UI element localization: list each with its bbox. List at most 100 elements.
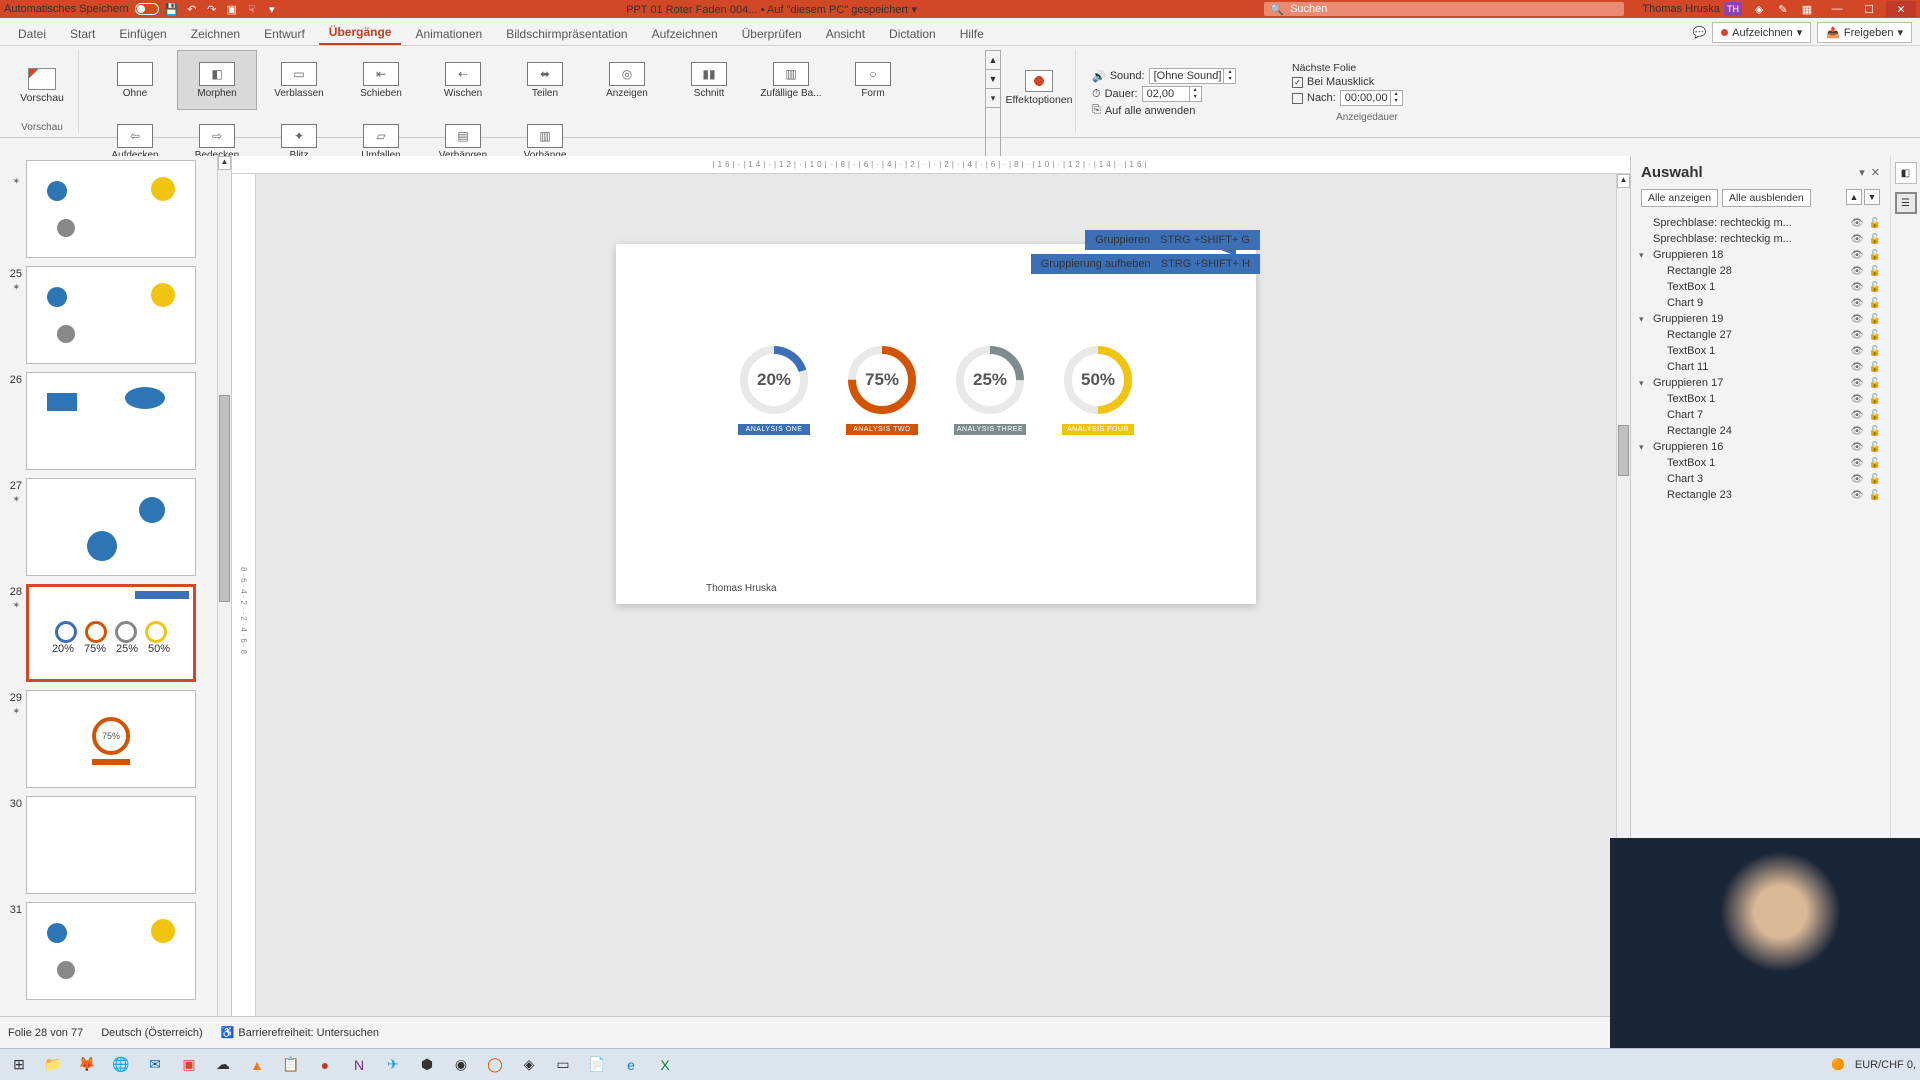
callout-ungroup[interactable]: Gruppierung aufhebenSTRG +SHIFT+ H: [1031, 254, 1260, 274]
title-dropdown-icon[interactable]: ▾: [911, 4, 917, 16]
selection-item[interactable]: Rectangle 23👁🔓: [1635, 487, 1886, 503]
taskbar-app-icon-5[interactable]: ◯: [480, 1052, 510, 1078]
expand-icon[interactable]: ▾: [1639, 378, 1649, 389]
taskbar-app-icon-7[interactable]: ▭: [548, 1052, 578, 1078]
thumb-preview[interactable]: 20%75%25%50%: [26, 584, 196, 682]
autosave-toggle[interactable]: [135, 3, 159, 15]
visibility-toggle-icon[interactable]: 👁: [1850, 490, 1864, 501]
selection-item[interactable]: Rectangle 27👁🔓: [1635, 327, 1886, 343]
thumb-preview[interactable]: [26, 796, 196, 894]
taskbar-onenote-icon[interactable]: N: [344, 1052, 374, 1078]
transition-schnitt[interactable]: ▮▮Schnitt: [669, 50, 749, 110]
callout-group[interactable]: GruppierenSTRG +SHIFT+ G: [1085, 230, 1260, 250]
effect-options-button[interactable]: Effektoptionen: [1009, 50, 1069, 126]
lock-toggle-icon[interactable]: 🔓: [1868, 282, 1882, 293]
redo-icon[interactable]: ↷: [205, 2, 219, 16]
rail-icon-selection[interactable]: ☰: [1895, 192, 1917, 214]
selection-item[interactable]: Sprechblase: rechteckig m...👁🔓: [1635, 215, 1886, 231]
accessibility-checker[interactable]: ♿Barrierefreiheit: Untersuchen: [221, 1026, 379, 1039]
slide-thumbnail[interactable]: 29✶75%: [2, 690, 213, 788]
move-down-button[interactable]: ▼: [1864, 189, 1880, 205]
scroll-up-button[interactable]: ▲: [218, 156, 231, 170]
taskbar-app-icon-4[interactable]: ⬢: [412, 1052, 442, 1078]
selection-item[interactable]: TextBox 1👁🔓: [1635, 455, 1886, 471]
pane-close-icon[interactable]: ✕: [1871, 166, 1880, 179]
tab-einfuegen[interactable]: Einfügen: [109, 23, 176, 45]
lock-toggle-icon[interactable]: 🔓: [1868, 234, 1882, 245]
tab-ueberpruefen[interactable]: Überprüfen: [732, 23, 812, 45]
slide-thumbnail[interactable]: 26: [2, 372, 213, 470]
lock-toggle-icon[interactable]: 🔓: [1868, 362, 1882, 373]
rail-icon-1[interactable]: ◧: [1895, 162, 1917, 184]
visibility-toggle-icon[interactable]: 👁: [1850, 378, 1864, 389]
from-beginning-icon[interactable]: ▣: [225, 2, 239, 16]
slide-thumbnail[interactable]: 28✶20%75%25%50%: [2, 584, 213, 682]
taskbar-telegram-icon[interactable]: ✈: [378, 1052, 408, 1078]
visibility-toggle-icon[interactable]: 👁: [1850, 218, 1864, 229]
transition-schieben[interactable]: ⇤Schieben: [341, 50, 421, 110]
selection-item[interactable]: TextBox 1👁🔓: [1635, 343, 1886, 359]
duration-field[interactable]: 02,00▴▾: [1142, 86, 1202, 102]
donut-chart[interactable]: 20%ANALYSIS ONE: [738, 344, 810, 435]
slide-thumbnail[interactable]: ✶: [2, 160, 213, 258]
visibility-toggle-icon[interactable]: 👁: [1850, 250, 1864, 261]
taskbar-edge-icon[interactable]: e: [616, 1052, 646, 1078]
donut-chart[interactable]: 75%ANALYSIS TWO: [846, 344, 918, 435]
tab-uebergaenge[interactable]: Übergänge: [319, 21, 402, 45]
thumb-preview[interactable]: [26, 266, 196, 364]
qat-more-icon[interactable]: ▾: [265, 2, 279, 16]
close-button[interactable]: ✕: [1886, 1, 1916, 17]
taskbar-vlc-icon[interactable]: ▲: [242, 1052, 272, 1078]
lock-toggle-icon[interactable]: 🔓: [1868, 218, 1882, 229]
selection-item[interactable]: TextBox 1👁🔓: [1635, 391, 1886, 407]
transition-verblassen[interactable]: ▭Verblassen: [259, 50, 339, 110]
taskbar-app-icon-6[interactable]: ◈: [514, 1052, 544, 1078]
visibility-toggle-icon[interactable]: 👁: [1850, 330, 1864, 341]
gallery-up-button[interactable]: ▲: [986, 51, 1000, 70]
lock-toggle-icon[interactable]: 🔓: [1868, 330, 1882, 341]
after-checkbox[interactable]: [1292, 93, 1303, 104]
tab-dictation[interactable]: Dictation: [879, 23, 946, 45]
taskbar-firefox-icon[interactable]: 🦊: [72, 1052, 102, 1078]
user-chip[interactable]: Thomas Hruska TH: [1642, 2, 1742, 16]
move-up-button[interactable]: ▲: [1846, 189, 1862, 205]
minimize-button[interactable]: —: [1822, 1, 1852, 17]
selection-item[interactable]: ▾Gruppieren 16👁🔓: [1635, 439, 1886, 455]
selection-item[interactable]: Rectangle 28👁🔓: [1635, 263, 1886, 279]
slide[interactable]: GruppierenSTRG +SHIFT+ G Gruppierung auf…: [616, 244, 1256, 604]
tab-bildschirmpraesentation[interactable]: Bildschirmpräsentation: [496, 23, 637, 45]
slide-editor[interactable]: GruppierenSTRG +SHIFT+ G Gruppierung auf…: [256, 174, 1616, 1048]
lock-toggle-icon[interactable]: 🔓: [1868, 346, 1882, 357]
selection-item[interactable]: Chart 11👁🔓: [1635, 359, 1886, 375]
lock-toggle-icon[interactable]: 🔓: [1868, 314, 1882, 325]
canvas-scroll-up[interactable]: ▲: [1617, 174, 1630, 188]
tab-hilfe[interactable]: Hilfe: [950, 23, 994, 45]
selection-item[interactable]: ▾Gruppieren 17👁🔓: [1635, 375, 1886, 391]
tab-start[interactable]: Start: [60, 23, 105, 45]
transition-form[interactable]: ○Form: [833, 50, 913, 110]
tab-entwurf[interactable]: Entwurf: [254, 23, 315, 45]
visibility-toggle-icon[interactable]: 👁: [1850, 266, 1864, 277]
taskbar-app-icon-8[interactable]: 📄: [582, 1052, 612, 1078]
thumb-preview[interactable]: [26, 372, 196, 470]
slide-thumbnail[interactable]: 25✶: [2, 266, 213, 364]
window-layout-icon[interactable]: ▦: [1800, 2, 1814, 16]
taskbar-app-icon-3[interactable]: ●: [310, 1052, 340, 1078]
transition-teilen[interactable]: ⬌Teilen: [505, 50, 585, 110]
transition-morphen[interactable]: ◧Morphen: [177, 50, 257, 110]
touch-mode-icon[interactable]: ☟: [245, 2, 259, 16]
ink-icon[interactable]: ✎: [1776, 2, 1790, 16]
on-click-checkbox[interactable]: ✓: [1292, 77, 1303, 88]
preview-button[interactable]: Vorschau: [12, 50, 72, 122]
donut-chart[interactable]: 50%ANALYSIS FOUR: [1062, 344, 1134, 435]
selection-item[interactable]: Chart 3👁🔓: [1635, 471, 1886, 487]
visibility-toggle-icon[interactable]: 👁: [1850, 474, 1864, 485]
lock-toggle-icon[interactable]: 🔓: [1868, 410, 1882, 421]
taskbar-chrome-icon[interactable]: 🌐: [106, 1052, 136, 1078]
tab-zeichnen[interactable]: Zeichnen: [181, 23, 250, 45]
visibility-toggle-icon[interactable]: 👁: [1850, 314, 1864, 325]
apply-all-button[interactable]: ⎘Auf alle anwenden: [1092, 104, 1272, 117]
visibility-toggle-icon[interactable]: 👁: [1850, 346, 1864, 357]
thumb-preview[interactable]: 75%: [26, 690, 196, 788]
search-box[interactable]: 🔍: [1264, 2, 1624, 16]
